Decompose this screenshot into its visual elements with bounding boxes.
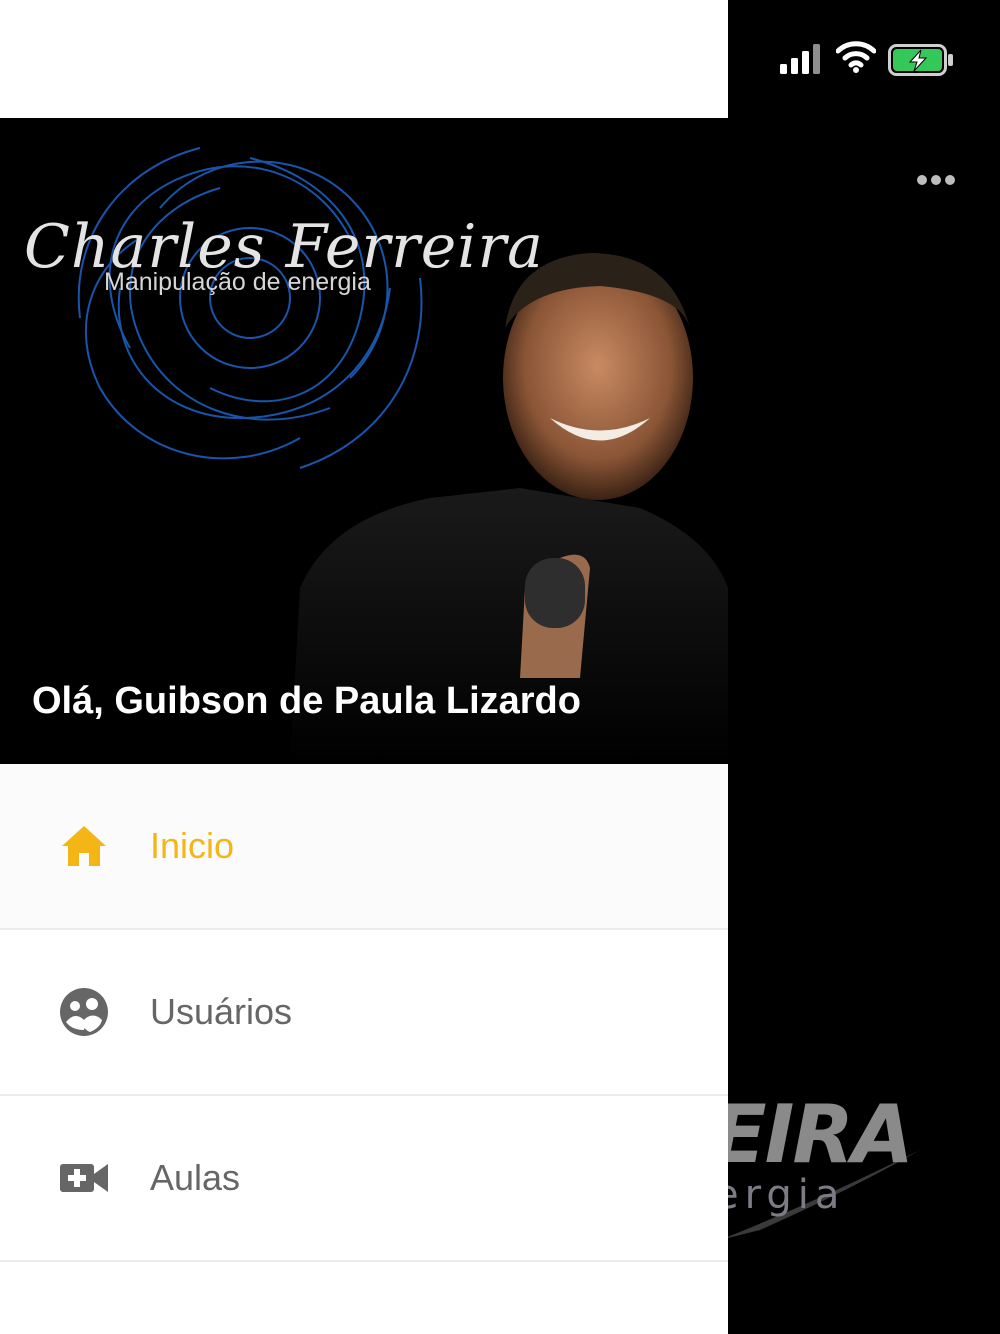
brand-tagline: Manipulação de energia [104, 268, 371, 296]
signal-icon [780, 44, 820, 74]
background-logo-text: EIRA [712, 1088, 914, 1181]
background-logo-subtext: ergia [714, 1172, 846, 1218]
menu-item-label: Usuários [150, 991, 293, 1032]
users-icon [60, 988, 108, 1036]
menu-item-aulas[interactable]: Aulas [0, 1096, 728, 1262]
drawer-top-bar [0, 0, 728, 118]
app-screen: EIRA ergia Charles Ferreira Manipulação … [0, 0, 1000, 1334]
user-greeting: Olá, Guibson de Paula Lizardo [32, 680, 581, 722]
drawer-header: Charles Ferreira Manipulação de energia … [0, 118, 728, 764]
menu-item-inicio[interactable]: Inicio [0, 764, 728, 930]
home-icon [62, 826, 106, 866]
menu-item-usuarios[interactable]: Usuários [0, 930, 728, 1096]
video-add-icon [60, 1164, 108, 1192]
menu-item-label: Inicio [150, 825, 235, 866]
wifi-icon [836, 41, 876, 73]
drawer-menu: Inicio Usuários Aulas [0, 764, 728, 1262]
more-horizontal-icon[interactable] [916, 172, 956, 188]
navigation-drawer: Charles Ferreira Manipulação de energia … [0, 0, 728, 1334]
status-bar [728, 0, 1000, 118]
menu-item-label: Aulas [150, 1157, 241, 1198]
charging-battery-icon [888, 44, 953, 76]
background-logo: EIRA ergia [700, 1080, 940, 1260]
